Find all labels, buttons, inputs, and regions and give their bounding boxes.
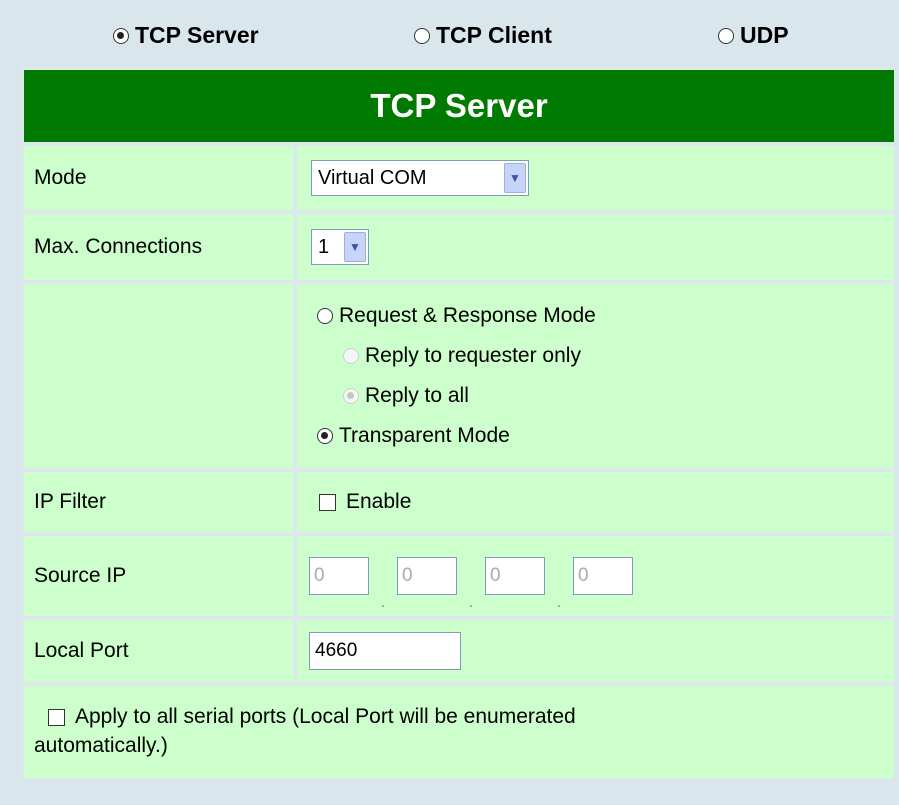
- radio-disabled-checked-icon: [343, 388, 359, 404]
- chevron-down-icon[interactable]: ▼: [504, 163, 526, 193]
- local-port-label: Local Port: [24, 620, 293, 682]
- max-connections-value: 1: [318, 235, 330, 258]
- chevron-down-icon[interactable]: ▼: [344, 232, 366, 262]
- ip-separator: .: [468, 594, 474, 611]
- response-mode-row: Request & Response Mode Reply to request…: [24, 284, 894, 468]
- radio-unchecked-icon[interactable]: [317, 308, 333, 324]
- source-ip-octet-3[interactable]: 0: [485, 557, 545, 595]
- radio-checked-icon[interactable]: [317, 428, 333, 444]
- mode-select[interactable]: Virtual COM ▼: [311, 160, 529, 196]
- request-response-radio[interactable]: Request & Response Mode: [317, 296, 596, 336]
- mode-select-value: Virtual COM: [318, 166, 427, 189]
- mode-label: Mode: [24, 146, 293, 210]
- apply-all-row: Apply to all serial ports (Local Port wi…: [24, 686, 894, 778]
- transparent-mode-radio[interactable]: Transparent Mode: [317, 416, 510, 456]
- source-ip-octet-4[interactable]: 0: [573, 557, 633, 595]
- mode-row: Mode Virtual COM ▼: [24, 146, 894, 210]
- mode-value-cell: Virtual COM ▼: [297, 146, 894, 210]
- reply-all-radio: Reply to all: [317, 376, 469, 416]
- checkbox-icon[interactable]: [319, 493, 336, 511]
- radio-unchecked-icon[interactable]: [718, 27, 734, 44]
- max-connections-value-cell: 1 ▼: [297, 214, 894, 280]
- radio-disabled-icon: [343, 348, 359, 364]
- radio-unchecked-icon[interactable]: [414, 27, 430, 44]
- source-ip-row: Source IP 0 . 0 . 0 . 0: [24, 536, 894, 616]
- udp-label: UDP: [740, 22, 789, 48]
- response-mode-label-cell: [24, 284, 293, 468]
- ip-separator: .: [380, 594, 386, 611]
- udp-radio[interactable]: UDP: [718, 22, 789, 49]
- source-ip-value-cell: 0 . 0 . 0 . 0: [297, 536, 894, 616]
- response-mode-options: Request & Response Mode Reply to request…: [297, 284, 894, 468]
- ip-separator: .: [556, 594, 562, 611]
- section-title: TCP Server: [24, 70, 894, 142]
- apply-all-label-line1: Apply to all serial ports (Local Port wi…: [75, 705, 576, 728]
- max-connections-row: Max. Connections 1 ▼: [24, 214, 894, 280]
- radio-checked-icon[interactable]: [113, 27, 129, 44]
- ip-filter-value-cell: Enable: [297, 472, 894, 532]
- connection-mode-selector: TCP Server TCP Client UDP: [0, 0, 899, 66]
- transparent-mode-label: Transparent Mode: [339, 424, 510, 447]
- tcp-server-radio[interactable]: TCP Server: [113, 22, 259, 49]
- apply-all-cell: Apply to all serial ports (Local Port wi…: [24, 686, 894, 778]
- apply-all-checkbox[interactable]: Apply to all serial ports (Local Port wi…: [34, 703, 576, 731]
- reply-requester-radio: Reply to requester only: [317, 336, 581, 376]
- ip-filter-enable-label: Enable: [346, 490, 412, 513]
- checkbox-icon[interactable]: [48, 708, 65, 726]
- request-response-label: Request & Response Mode: [339, 304, 596, 327]
- tcp-client-radio[interactable]: TCP Client: [414, 22, 552, 49]
- reply-all-label: Reply to all: [365, 384, 469, 407]
- ip-filter-label: IP Filter: [24, 472, 293, 532]
- tcp-client-label: TCP Client: [436, 22, 552, 48]
- source-ip-octet-2[interactable]: 0: [397, 557, 457, 595]
- local-port-value-cell: 4660: [297, 620, 894, 682]
- max-connections-label: Max. Connections: [24, 214, 293, 280]
- source-ip-label: Source IP: [24, 536, 293, 616]
- ip-filter-enable-checkbox[interactable]: Enable: [319, 482, 411, 522]
- apply-all-label-line2: automatically.): [34, 734, 168, 757]
- max-connections-select[interactable]: 1 ▼: [311, 229, 369, 265]
- local-port-row: Local Port 4660: [24, 620, 894, 682]
- tcp-server-label: TCP Server: [135, 22, 259, 48]
- source-ip-octet-1[interactable]: 0: [309, 557, 369, 595]
- reply-requester-label: Reply to requester only: [365, 344, 581, 367]
- local-port-input[interactable]: 4660: [309, 632, 461, 670]
- ip-filter-row: IP Filter Enable: [24, 472, 894, 532]
